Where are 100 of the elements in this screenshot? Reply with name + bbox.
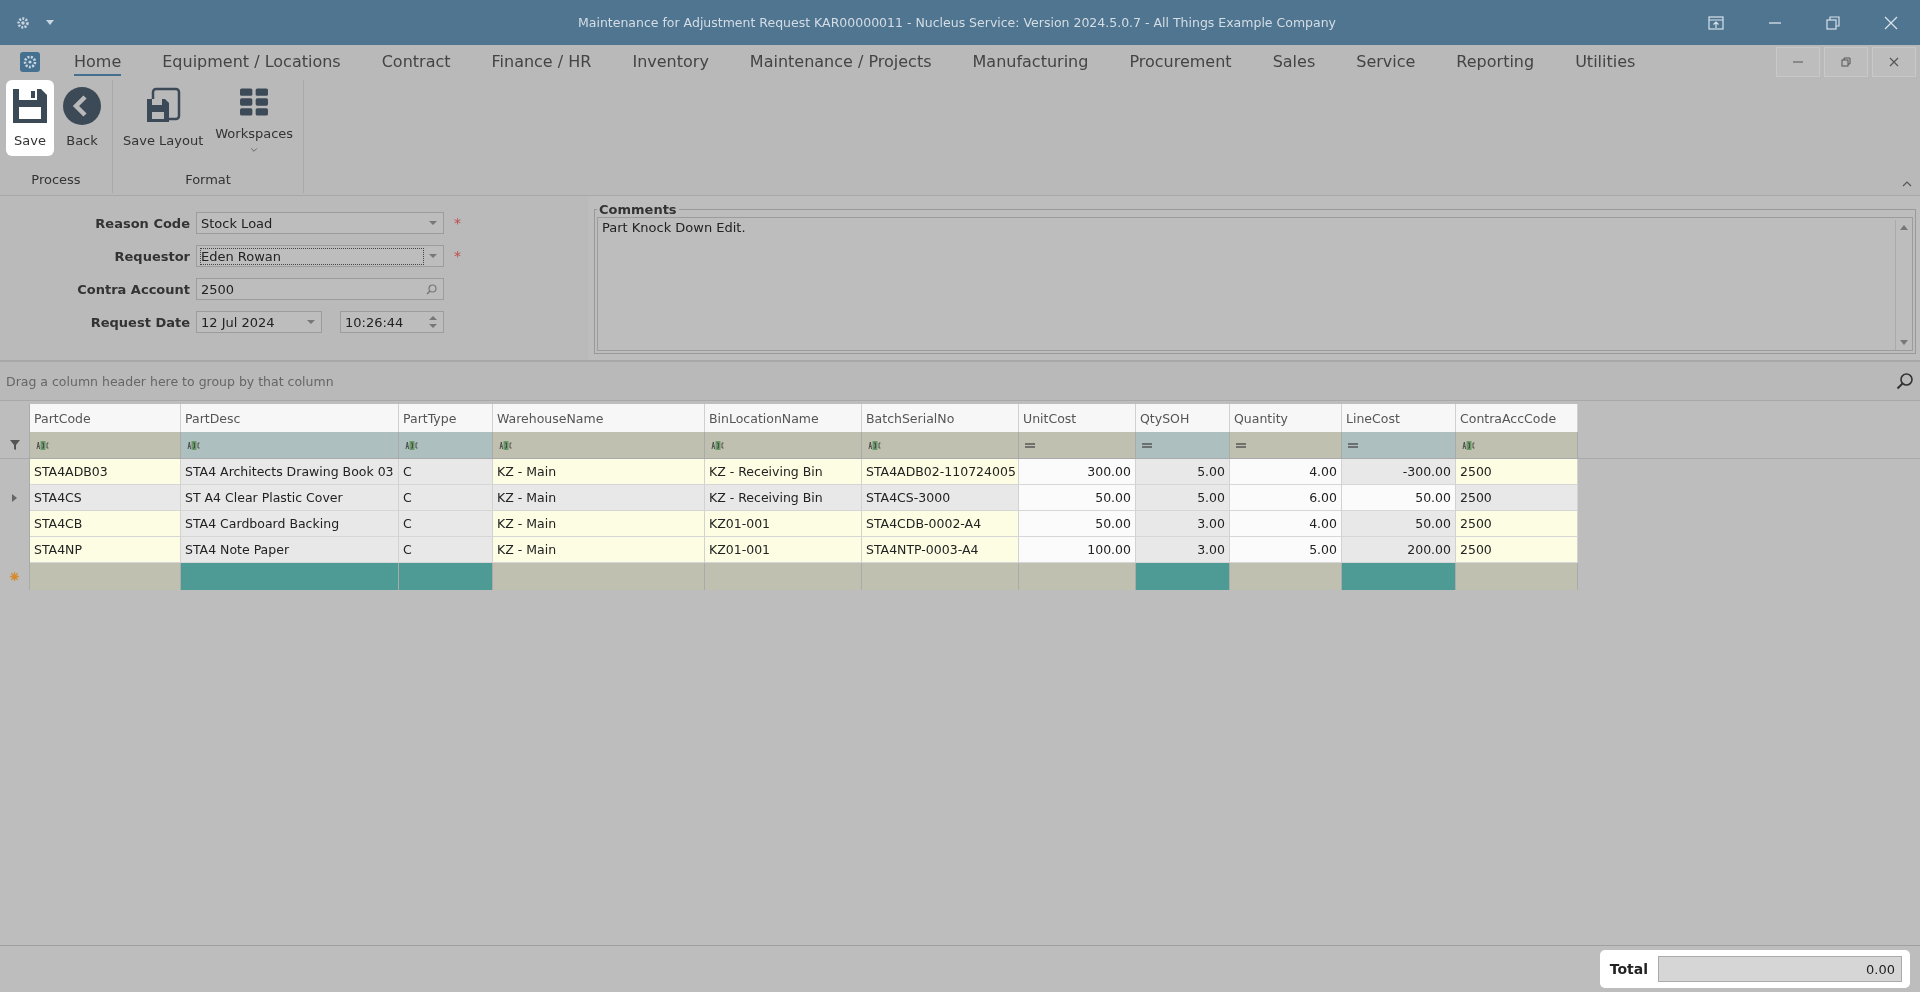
table-cell: KZ - Main (493, 485, 705, 511)
menu-tab[interactable]: Service (1356, 47, 1416, 76)
menu-tab[interactable]: Home (74, 47, 122, 76)
column-header[interactable]: BatchSerialNo (862, 404, 1019, 432)
layout-icon[interactable] (1708, 15, 1724, 30)
close-icon (1889, 56, 1899, 67)
column-header[interactable]: BinLocationName (705, 404, 862, 432)
column-header[interactable]: LineCost (1342, 404, 1456, 432)
workspaces-button[interactable]: Workspaces (211, 80, 298, 156)
menu-tab[interactable]: Utilities (1575, 47, 1636, 76)
menu-tab[interactable]: Maintenance / Projects (749, 47, 932, 76)
date-field[interactable]: 12 Jul 2024 (196, 311, 322, 333)
close-button[interactable] (1872, 46, 1916, 77)
caret-icon[interactable] (46, 20, 54, 25)
column-header[interactable]: Quantity (1230, 404, 1342, 432)
time-field[interactable]: 10:26:44 (340, 311, 444, 333)
required-mark: * (454, 248, 461, 264)
column-header[interactable]: PartType (399, 404, 493, 432)
minimize-icon (1793, 60, 1803, 63)
save-button[interactable]: Save (6, 80, 54, 156)
ribbon-group-label: Format (184, 172, 232, 189)
column-header[interactable]: PartDesc (181, 404, 399, 432)
table-cell: 6.00 (1230, 485, 1342, 511)
table-cell: STA4ADB02-110724005 (862, 459, 1019, 485)
filter-cell[interactable] (862, 432, 1019, 458)
back-button[interactable]: Back (58, 80, 106, 156)
save-layout-button[interactable]: Save Layout (119, 80, 208, 156)
comments-field[interactable]: Part Knock Down Edit. (597, 217, 1913, 351)
dropdown-field[interactable]: Stock Load (196, 212, 444, 234)
new-row-cell[interactable] (862, 563, 1019, 590)
search-icon[interactable] (1896, 372, 1914, 390)
table-cell: 200.00 (1342, 537, 1456, 563)
new-row-cell[interactable] (705, 563, 862, 590)
new-row-cell[interactable] (399, 563, 493, 590)
column-header[interactable]: WarehouseName (493, 404, 705, 432)
column-header[interactable]: QtySOH (1136, 404, 1230, 432)
table-cell: STA4NTP-0003-A4 (862, 537, 1019, 563)
menu-tab[interactable]: Contract (381, 47, 451, 76)
scroll-up-icon[interactable] (1900, 225, 1908, 230)
menu-tab[interactable]: Manufacturing (972, 47, 1089, 76)
column-header[interactable]: PartCode (30, 404, 181, 432)
table-cell: 2500 (1456, 459, 1578, 485)
table-cell: STA4 Note Paper (181, 537, 399, 563)
filter-cell[interactable] (1456, 432, 1578, 458)
caret-icon (429, 254, 437, 258)
text-filter-icon (405, 440, 420, 450)
menu-tab[interactable]: Equipment / Locations (162, 47, 341, 76)
new-row-cell[interactable] (1230, 563, 1342, 590)
new-row-cell[interactable] (1136, 563, 1230, 590)
filter-cell[interactable] (705, 432, 862, 458)
new-row-cell[interactable] (1342, 563, 1456, 590)
dropdown-field[interactable]: Eden Rowan (196, 245, 444, 267)
total-label: Total (1609, 961, 1648, 977)
scroll-down-icon[interactable] (1900, 340, 1908, 345)
column-header[interactable]: ContraAccCode (1456, 404, 1578, 432)
filter-icon[interactable] (9, 440, 20, 450)
restore-icon (1841, 56, 1851, 67)
filter-cell[interactable] (1342, 432, 1456, 458)
restore-icon[interactable] (1826, 15, 1840, 30)
new-row-cell[interactable] (30, 563, 181, 590)
equals-icon (1348, 442, 1358, 448)
new-row-cell[interactable] (493, 563, 705, 590)
new-row-star-icon[interactable] (10, 572, 19, 581)
filter-cell[interactable] (399, 432, 493, 458)
text-filter-icon (1462, 440, 1477, 450)
filter-cell[interactable] (181, 432, 399, 458)
table-cell: STA4 Architects Drawing Book 03 (181, 459, 399, 485)
table-cell: KZ01-001 (705, 537, 862, 563)
filter-cell[interactable] (1019, 432, 1136, 458)
new-row-cell[interactable] (1456, 563, 1578, 590)
lookup-field[interactable]: 2500 (196, 278, 444, 300)
menu-tab[interactable]: Inventory (632, 47, 709, 76)
minimize-button[interactable] (1776, 46, 1820, 77)
close-icon[interactable] (1884, 15, 1898, 30)
column-header[interactable]: UnitCost (1019, 404, 1136, 432)
new-row-cell[interactable] (181, 563, 399, 590)
restore-button[interactable] (1824, 46, 1868, 77)
filter-cell[interactable] (30, 432, 181, 458)
field-label: Request Date (89, 314, 191, 330)
new-row-cell[interactable] (1019, 563, 1136, 590)
menu-tab[interactable]: Finance / HR (491, 47, 592, 76)
group-panel-hint: Drag a column header here to group by that column (6, 373, 334, 389)
field-label: Reason Code (94, 215, 191, 231)
filter-cell[interactable] (1136, 432, 1230, 458)
table-cell: C (399, 459, 493, 485)
filter-cell[interactable] (493, 432, 705, 458)
table-cell: STA4CB (30, 511, 181, 537)
gear-icon[interactable] (16, 15, 30, 30)
equals-icon (1142, 442, 1152, 448)
menu-tab[interactable]: Reporting (1456, 47, 1535, 76)
table-cell: 3.00 (1136, 511, 1230, 537)
app-gear-icon[interactable] (20, 51, 40, 72)
table-cell: 300.00 (1019, 459, 1136, 485)
table-cell: C (399, 485, 493, 511)
menu-tab[interactable]: Procurement (1129, 47, 1232, 76)
table-cell: 4.00 (1230, 511, 1342, 537)
menu-tab[interactable]: Sales (1272, 47, 1316, 76)
table-cell: STA4CS-3000 (862, 485, 1019, 511)
filter-cell[interactable] (1230, 432, 1342, 458)
chevron-up-icon[interactable] (1902, 181, 1912, 187)
